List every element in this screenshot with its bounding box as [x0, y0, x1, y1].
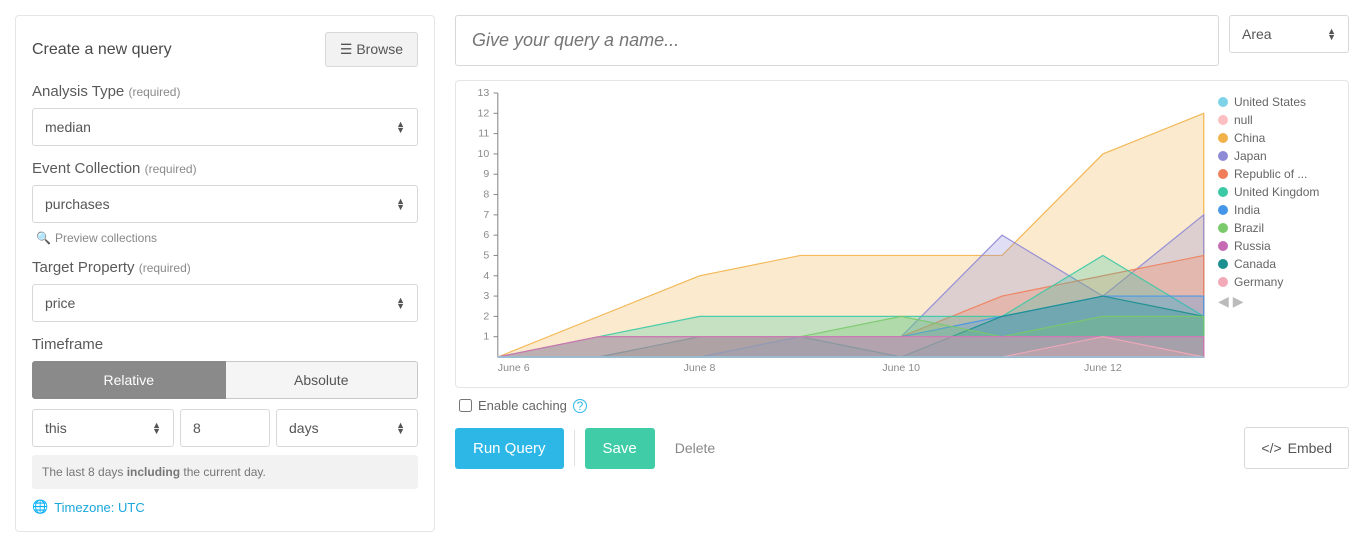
caret-icon: ▲▼ — [396, 422, 405, 434]
svg-text:12: 12 — [478, 109, 490, 120]
analysis-type-select[interactable]: median ▲▼ — [32, 108, 418, 146]
browse-button[interactable]: ☰ Browse — [325, 32, 418, 67]
embed-button[interactable]: </> Embed — [1244, 427, 1349, 469]
caret-icon: ▲▼ — [152, 422, 161, 434]
legend-item[interactable]: Russia — [1218, 239, 1338, 253]
save-button[interactable]: Save — [585, 428, 655, 469]
chart-area: 12345678910111213June 6June 8June 10June… — [466, 87, 1208, 377]
relative-unit-select[interactable]: days ▲▼ — [276, 409, 418, 447]
legend-item[interactable]: Brazil — [1218, 221, 1338, 235]
event-collection-select[interactable]: purchases ▲▼ — [32, 185, 418, 223]
query-builder-panel: Create a new query ☰ Browse Analysis Typ… — [15, 15, 435, 532]
legend-pager[interactable]: ◀▶ — [1218, 293, 1338, 310]
legend-item[interactable]: India — [1218, 203, 1338, 217]
legend-item[interactable]: United Kingdom — [1218, 185, 1338, 199]
globe-icon: 🌐 — [32, 499, 48, 515]
legend-dot — [1218, 97, 1228, 107]
svg-text:7: 7 — [483, 210, 489, 221]
run-query-button[interactable]: Run Query — [455, 428, 564, 469]
chart-legend: United States null China Japan Republic of .… — [1218, 87, 1338, 377]
legend-item[interactable]: Republic of ... — [1218, 167, 1338, 181]
caret-icon: ▲▼ — [396, 198, 405, 210]
svg-text:2: 2 — [483, 312, 489, 323]
legend-dot — [1218, 151, 1228, 161]
help-icon[interactable]: ? — [573, 399, 587, 413]
timeframe-description: The last 8 days including the current da… — [32, 455, 418, 489]
legend-dot — [1218, 169, 1228, 179]
legend-dot — [1218, 241, 1228, 251]
legend-item[interactable]: Canada — [1218, 257, 1338, 271]
svg-text:4: 4 — [483, 271, 489, 282]
query-name-input[interactable] — [455, 15, 1219, 66]
svg-text:1: 1 — [483, 332, 489, 343]
analysis-type-label: Analysis Type (required) — [32, 83, 418, 100]
legend-item[interactable]: Germany — [1218, 275, 1338, 289]
svg-text:8: 8 — [483, 190, 489, 201]
results-panel: Area ▲▼ 12345678910111213June 6June 8Jun… — [455, 15, 1349, 532]
legend-dot — [1218, 205, 1228, 215]
chart-type-select[interactable]: Area ▲▼ — [1229, 15, 1349, 53]
preview-collections-link[interactable]: 🔍 Preview collections — [36, 231, 418, 245]
next-icon[interactable]: ▶ — [1233, 293, 1244, 310]
enable-caching-checkbox[interactable] — [459, 399, 472, 412]
relative-amount-input[interactable]: 8 — [180, 409, 270, 447]
legend-dot — [1218, 277, 1228, 287]
legend-dot — [1218, 259, 1228, 269]
relative-qualifier-select[interactable]: this ▲▼ — [32, 409, 174, 447]
search-icon: 🔍 — [36, 231, 51, 245]
target-property-select[interactable]: price ▲▼ — [32, 284, 418, 322]
caret-icon: ▲▼ — [1327, 28, 1336, 40]
legend-item[interactable]: Japan — [1218, 149, 1338, 163]
divider — [574, 430, 575, 466]
svg-text:3: 3 — [483, 291, 489, 302]
tab-absolute[interactable]: Absolute — [226, 361, 419, 399]
panel-title: Create a new query — [32, 41, 172, 59]
legend-item[interactable]: China — [1218, 131, 1338, 145]
svg-text:9: 9 — [483, 169, 489, 180]
svg-text:June 6: June 6 — [498, 363, 530, 374]
svg-text:11: 11 — [478, 129, 489, 140]
event-collection-label: Event Collection (required) — [32, 160, 418, 177]
legend-item[interactable]: United States — [1218, 95, 1338, 109]
svg-text:13: 13 — [478, 88, 490, 99]
svg-text:10: 10 — [478, 149, 490, 160]
target-property-label: Target Property (required) — [32, 259, 418, 276]
svg-text:June 12: June 12 — [1084, 363, 1122, 374]
list-icon: ☰ — [340, 41, 353, 57]
legend-item[interactable]: null — [1218, 113, 1338, 127]
tab-relative[interactable]: Relative — [32, 361, 226, 399]
prev-icon[interactable]: ◀ — [1218, 293, 1229, 310]
delete-button[interactable]: Delete — [665, 428, 725, 468]
caret-icon: ▲▼ — [396, 121, 405, 133]
svg-text:June 10: June 10 — [882, 363, 920, 374]
timeframe-label: Timeframe — [32, 336, 418, 353]
legend-dot — [1218, 115, 1228, 125]
timezone-link[interactable]: 🌐 Timezone: UTC — [32, 499, 418, 515]
legend-dot — [1218, 133, 1228, 143]
legend-dot — [1218, 187, 1228, 197]
svg-text:6: 6 — [483, 230, 489, 241]
caret-icon: ▲▼ — [396, 297, 405, 309]
svg-text:June 8: June 8 — [684, 363, 716, 374]
code-icon: </> — [1261, 440, 1281, 456]
svg-text:5: 5 — [483, 251, 489, 262]
enable-caching-label: Enable caching — [478, 398, 567, 413]
legend-dot — [1218, 223, 1228, 233]
